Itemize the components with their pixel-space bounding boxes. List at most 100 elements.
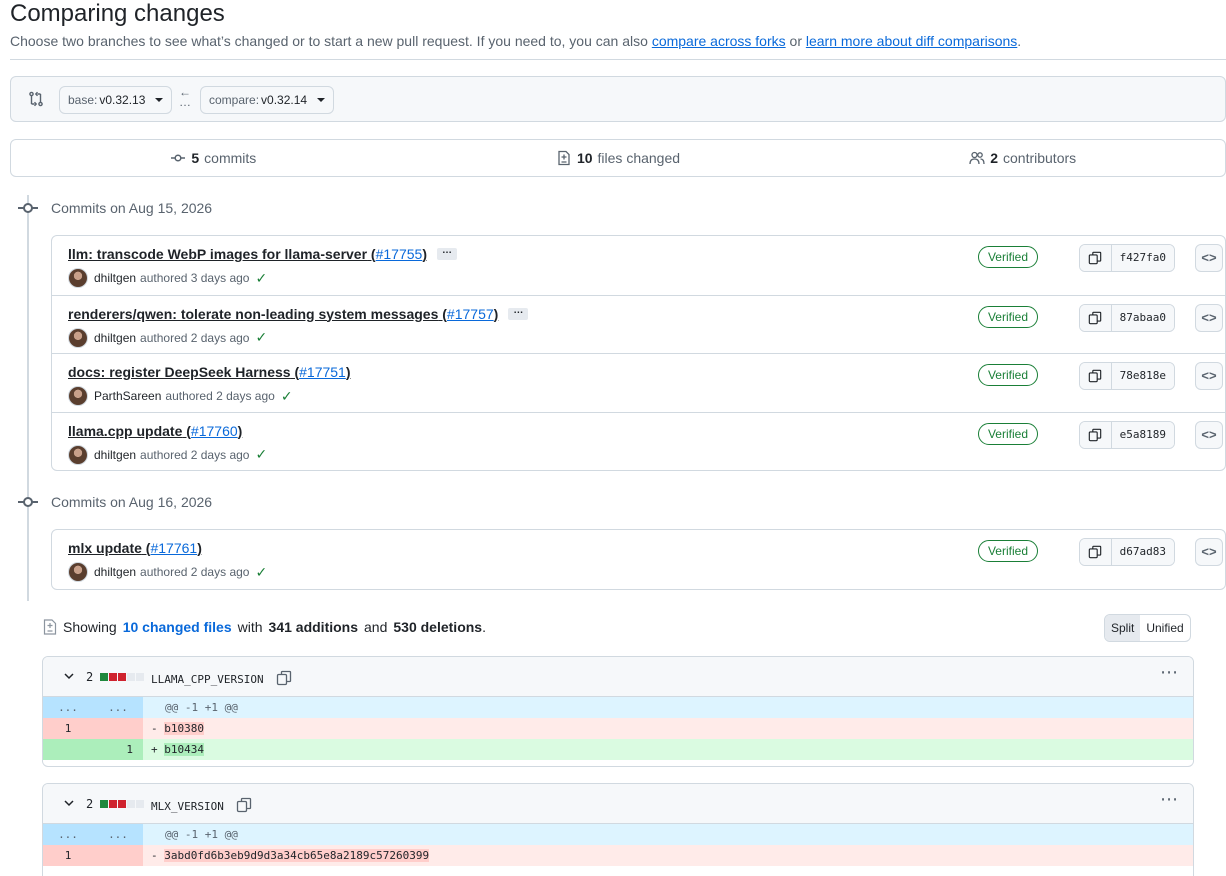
code-icon[interactable]: <> — [1195, 538, 1223, 566]
diff-sign: - — [151, 849, 158, 862]
author-link[interactable]: dhiltgen — [94, 565, 136, 579]
commit-sha-link[interactable]: 87abaa0 — [1111, 304, 1174, 331]
copy-icon[interactable] — [1079, 539, 1112, 565]
pr-link[interactable]: #17757 — [447, 306, 494, 322]
git-commit-icon — [18, 200, 38, 216]
commit-sha-link[interactable]: e5a8189 — [1111, 421, 1174, 448]
code-icon[interactable]: <> — [1195, 420, 1223, 449]
commit-row: docs: register DeepSeek Harness (#17751)… — [52, 353, 1225, 412]
avatar[interactable] — [68, 268, 88, 288]
commit-row: llama.cpp update (#17760) dhiltgen autho… — [52, 411, 1225, 471]
compare-branch-select[interactable]: compare: v0.32.14 — [200, 86, 335, 114]
copy-icon[interactable] — [1079, 304, 1112, 331]
authored-time: authored 2 days ago — [140, 447, 250, 462]
verified-badge[interactable]: Verified — [977, 305, 1038, 328]
sha-group: e5a8189 — [1078, 420, 1175, 449]
diff-sign: - — [151, 722, 158, 735]
commit-meta: dhiltgen authored 2 days ago ✓ — [68, 562, 267, 582]
sha-group: d67ad83 — [1078, 538, 1175, 566]
sha-group: f427fa0 — [1078, 244, 1175, 272]
author-link[interactable]: ParthSareen — [94, 389, 161, 403]
check-icon[interactable]: ✓ — [281, 388, 293, 405]
kebab-menu-icon[interactable]: ⋯ — [1160, 663, 1179, 681]
summary-and: and — [364, 619, 388, 635]
chevron-down-icon — [155, 98, 164, 102]
commit-title: llama.cpp update (#17760) — [68, 423, 242, 439]
new-line-number[interactable]: 1 — [93, 739, 143, 760]
commit-row: llm: transcode WebP images for llama-ser… — [52, 236, 1225, 295]
commits-tab[interactable]: 5 commits — [11, 150, 416, 166]
commit-sha-link[interactable]: f427fa0 — [1111, 245, 1174, 271]
base-value: v0.32.13 — [99, 93, 146, 107]
avatar[interactable] — [68, 327, 88, 348]
code-icon[interactable]: <> — [1195, 244, 1223, 272]
check-icon[interactable]: ✓ — [255, 446, 267, 463]
file-name[interactable]: MLX_VERSION — [151, 797, 252, 813]
copy-icon[interactable] — [1079, 245, 1112, 271]
day-label: Commits on Aug 16, 2026 — [51, 494, 213, 510]
expand-message-button[interactable]: … — [508, 305, 529, 320]
new-line-number — [93, 845, 143, 866]
copy-icon[interactable] — [1079, 421, 1112, 448]
expand-up-button[interactable]: ... — [43, 824, 93, 845]
old-line-number[interactable]: 1 — [43, 845, 93, 866]
deleted-line: 1 - b10380 — [43, 718, 1193, 739]
commit-message-link[interactable]: renderers/qwen: tolerate non-leading sys… — [68, 306, 438, 322]
kebab-menu-icon[interactable]: ⋯ — [1160, 790, 1179, 808]
expand-message-button[interactable]: … — [437, 246, 457, 260]
page-subtitle: Choose two branches to see what’s change… — [10, 33, 1021, 49]
compare-label: compare: — [209, 93, 260, 107]
verified-badge[interactable]: Verified — [977, 246, 1038, 268]
expand-up-button[interactable]: ... — [43, 697, 93, 718]
verified-badge[interactable]: Verified — [977, 540, 1038, 562]
pr-link[interactable]: #17760 — [191, 423, 238, 439]
chevron-down-icon[interactable] — [64, 798, 74, 808]
authored-time: authored 2 days ago — [140, 330, 250, 345]
author-link[interactable]: dhiltgen — [94, 271, 136, 285]
verified-badge[interactable]: Verified — [977, 422, 1038, 445]
changed-files-link[interactable]: 10 changed files — [123, 619, 232, 635]
pr-link[interactable]: #17755 — [376, 246, 423, 262]
compare-across-forks-link[interactable]: compare across forks — [652, 33, 786, 49]
chevron-down-icon — [317, 98, 326, 102]
verified-badge[interactable]: Verified — [977, 364, 1038, 386]
author-link[interactable]: dhiltgen — [94, 448, 136, 462]
expand-down-button[interactable]: ... — [93, 824, 143, 845]
avatar[interactable] — [68, 562, 88, 582]
commit-list: mlx update (#17761) dhiltgen authored 2 … — [51, 529, 1226, 590]
old-line-number[interactable]: 1 — [43, 718, 93, 739]
commit-message-link[interactable]: docs: register DeepSeek Harness — [68, 364, 291, 380]
files-changed-tab[interactable]: 10 files changed — [416, 150, 821, 166]
split-view-button[interactable]: Split — [1105, 615, 1141, 641]
commit-sha-link[interactable]: 78e818e — [1111, 363, 1174, 389]
contributors-tab[interactable]: 2 contributors — [820, 150, 1225, 166]
file-name-text: LLAMA_CPP_VERSION — [151, 673, 264, 686]
commit-sha-link[interactable]: d67ad83 — [1111, 539, 1174, 565]
paren-open: ( — [182, 422, 191, 439]
author-link[interactable]: dhiltgen — [94, 331, 136, 345]
pr-link[interactable]: #17761 — [150, 540, 197, 556]
check-icon[interactable]: ✓ — [255, 564, 267, 581]
copy-icon[interactable] — [276, 670, 292, 686]
code-icon[interactable]: <> — [1195, 362, 1223, 390]
learn-more-link[interactable]: learn more about diff comparisons — [806, 33, 1017, 49]
avatar[interactable] — [68, 444, 88, 465]
avatar[interactable] — [68, 386, 88, 406]
commit-icon — [171, 154, 186, 162]
commit-message-link[interactable]: llm: transcode WebP images for llama-ser… — [68, 246, 367, 262]
page-title: Comparing changes — [10, 0, 225, 27]
commit-message-link[interactable]: mlx update — [68, 540, 142, 556]
pr-link[interactable]: #17751 — [299, 364, 346, 380]
copy-icon[interactable] — [236, 797, 252, 813]
check-icon[interactable]: ✓ — [255, 329, 267, 346]
copy-icon[interactable] — [1079, 363, 1112, 389]
chevron-down-icon[interactable] — [64, 671, 74, 681]
diff-view-toggle: Split Unified — [1104, 614, 1191, 642]
code-icon[interactable]: <> — [1195, 303, 1223, 332]
expand-down-button[interactable]: ... — [93, 697, 143, 718]
file-name[interactable]: LLAMA_CPP_VERSION — [151, 670, 292, 686]
check-icon[interactable]: ✓ — [255, 270, 267, 287]
base-branch-select[interactable]: base: v0.32.13 — [59, 86, 173, 114]
commit-message-link[interactable]: llama.cpp update — [68, 423, 182, 439]
unified-view-button[interactable]: Unified — [1140, 615, 1189, 641]
